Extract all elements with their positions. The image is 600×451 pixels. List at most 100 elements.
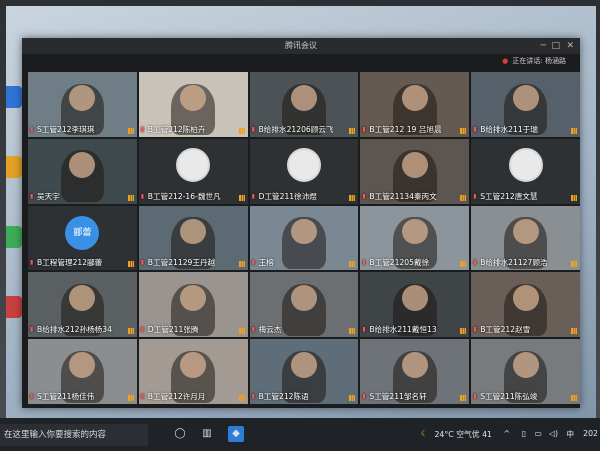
participant-name-label: ▮ S工管211陈弘竣 bbox=[473, 391, 537, 402]
participant-tile[interactable]: ▮ B工管21134秦丙文 bbox=[360, 138, 470, 204]
participant-face bbox=[401, 218, 428, 245]
participant-tile[interactable]: ▮ B工管212赵雪 bbox=[471, 272, 580, 338]
maximize-icon[interactable]: □ bbox=[551, 38, 560, 54]
participant-face bbox=[180, 84, 207, 111]
signal-icon bbox=[127, 127, 134, 134]
participant-face bbox=[512, 84, 539, 111]
participant-name-label: ▮ B工管212许月月 bbox=[141, 391, 206, 402]
signal-icon bbox=[571, 328, 577, 335]
mic-muted-icon: ▮ bbox=[473, 326, 477, 334]
desktop-app-icon[interactable] bbox=[6, 296, 22, 318]
participant-name: B给排水212孙杨杨34 bbox=[37, 325, 112, 335]
participant-face bbox=[512, 218, 539, 245]
participant-name: B工管212许月月 bbox=[147, 392, 206, 401]
participant-face bbox=[512, 285, 539, 312]
participant-name: B工管212赵雪 bbox=[480, 325, 531, 335]
weather-icon: ☾ bbox=[421, 429, 428, 438]
participant-face bbox=[69, 151, 96, 178]
participant-tile[interactable]: ▮ B给排水212孙杨杨34 bbox=[28, 272, 137, 338]
signal-icon bbox=[127, 261, 134, 268]
signal-icon bbox=[238, 127, 245, 134]
participant-face bbox=[401, 285, 428, 312]
search-placeholder: 在这里输入你要搜索的内容 bbox=[4, 430, 107, 440]
participant-name: 吴天宇 bbox=[37, 191, 60, 201]
window-title: 腾讯会议 bbox=[285, 41, 317, 50]
participant-tile[interactable]: ▮ B工管21205戴徐 bbox=[360, 205, 470, 271]
participant-face bbox=[401, 151, 428, 178]
signal-icon bbox=[238, 261, 245, 268]
mic-muted-icon: ▮ bbox=[362, 125, 366, 133]
window-titlebar: 腾讯会议 bbox=[22, 38, 580, 54]
desktop-app-icon[interactable] bbox=[6, 86, 22, 108]
signal-icon bbox=[238, 328, 245, 335]
participant-tile[interactable]: ▮ B工管212陈语 bbox=[249, 339, 359, 404]
mic-muted-icon: ▮ bbox=[251, 393, 255, 400]
minimize-icon[interactable]: ─ bbox=[541, 38, 546, 54]
participant-tile[interactable]: ▮ S工管211陈弘竣 bbox=[471, 339, 580, 404]
taskbar-search-input[interactable]: 在这里输入你要搜索的内容 bbox=[0, 424, 148, 446]
participant-name: B工管21134秦丙文 bbox=[369, 191, 437, 201]
participant-name: S工管212李琪琪 bbox=[37, 124, 95, 134]
participant-tile[interactable]: ▮ B工管212陈柏卉 bbox=[138, 72, 248, 137]
volume-icon[interactable]: ◁) bbox=[549, 429, 558, 438]
participant-tile[interactable]: ▮ B给排水211戴恒13 bbox=[360, 272, 470, 338]
participant-tile[interactable]: ▮ B工管212许月月 bbox=[138, 339, 248, 404]
clock-date[interactable]: 202 bbox=[583, 429, 598, 438]
participant-tile[interactable]: ▮ S工管211杨佳伟 bbox=[28, 339, 137, 404]
signal-icon bbox=[571, 194, 577, 201]
participant-tile[interactable]: ▮ B工管212-16-魏世凡 bbox=[138, 138, 248, 204]
usb-icon[interactable]: ▯ bbox=[522, 429, 526, 438]
participant-name: S工管212唐文慧 bbox=[480, 191, 538, 201]
signal-icon bbox=[571, 395, 577, 401]
mic-muted-icon: ▮ bbox=[362, 393, 366, 400]
mic-muted-icon: ▮ bbox=[473, 393, 477, 400]
participant-tile[interactable]: ▮ 吴天宇 bbox=[28, 138, 137, 204]
cortana-icon[interactable]: ◯ bbox=[172, 426, 188, 442]
participant-tile[interactable]: ▮ 王榕 bbox=[249, 205, 359, 271]
participant-tile[interactable]: ▮ B给排水21206顾云飞 bbox=[249, 72, 359, 137]
mic-muted-icon: ▮ bbox=[140, 393, 145, 400]
signal-icon bbox=[127, 194, 134, 201]
participant-name: S工管211陈弘竣 bbox=[480, 392, 538, 401]
participant-tile[interactable]: ▮ B工管21129王丹越 bbox=[138, 205, 248, 271]
participant-tile[interactable]: ▮ B给排水21127顾浩 bbox=[471, 205, 580, 271]
chevron-up-icon[interactable]: ^ bbox=[503, 429, 510, 438]
participant-tile[interactable]: ▮ 梅云杰 bbox=[249, 272, 359, 338]
mic-muted-icon: ▮ bbox=[30, 259, 34, 267]
participant-name-label: ▮ B给排水21206顾云飞 bbox=[252, 124, 334, 135]
taskbar: 在这里输入你要搜索的内容 ◯ ▥ ◆ ☾ 24°C 空气优 41 ^ ▯ ▭ ◁… bbox=[0, 418, 600, 451]
participant-name-label: ▮ 吴天宇 bbox=[30, 191, 60, 202]
participant-tile[interactable]: 郦蕾 ▮ B工程管理212郦蕾 bbox=[28, 205, 137, 271]
signal-icon bbox=[349, 194, 356, 201]
participant-tile[interactable]: ▮ D工管211张腾 bbox=[138, 272, 248, 338]
signal-icon bbox=[349, 261, 356, 268]
mic-muted-icon: ▮ bbox=[362, 326, 366, 334]
participant-name-label: ▮ S工管211邹名轩 bbox=[362, 391, 426, 402]
participant-tile[interactable]: ▮ B给排水211于瑞 bbox=[471, 72, 580, 137]
mic-muted-icon: ▮ bbox=[473, 125, 477, 133]
participant-name-label: ▮ 梅云杰 bbox=[252, 324, 282, 335]
speaking-mic-icon: ● bbox=[502, 57, 509, 65]
participant-tile[interactable]: ▮ S工管212李琪琪 bbox=[28, 72, 137, 137]
participant-face bbox=[401, 352, 428, 379]
participant-name-label: ▮ B工管21129王丹越 bbox=[141, 257, 215, 268]
desktop-folder-icon[interactable] bbox=[6, 156, 22, 178]
participant-tile[interactable]: ▮ D工管211徐沛煜 bbox=[249, 138, 359, 204]
meeting-app-icon[interactable]: ◆ bbox=[228, 426, 244, 442]
participant-tile[interactable]: ▮ S工管211邹名轩 bbox=[360, 339, 470, 404]
network-icon[interactable]: ▭ bbox=[535, 429, 542, 438]
weather-text[interactable]: 24°C 空气优 41 bbox=[434, 429, 492, 440]
mic-muted-icon: ▮ bbox=[140, 192, 145, 200]
participant-name: B工程管理212郦蕾 bbox=[37, 258, 103, 268]
participant-name: B工管212陈柏卉 bbox=[147, 124, 206, 134]
signal-icon bbox=[349, 328, 356, 335]
close-icon[interactable]: ✕ bbox=[566, 38, 574, 54]
participant-name: D工管211徐沛煜 bbox=[258, 191, 317, 201]
participant-tile[interactable]: ▮ S工管212唐文慧 bbox=[471, 138, 580, 204]
desktop-app-icon[interactable] bbox=[6, 226, 22, 248]
task-view-icon[interactable]: ▥ bbox=[199, 426, 215, 442]
participant-name-label: ▮ B工管212陈语 bbox=[252, 391, 309, 402]
mic-muted-icon: ▮ bbox=[473, 259, 477, 267]
participant-tile[interactable]: ▮ B工管212 19 吕旭晨 bbox=[360, 72, 470, 137]
ime-indicator[interactable]: 中 bbox=[566, 429, 574, 440]
